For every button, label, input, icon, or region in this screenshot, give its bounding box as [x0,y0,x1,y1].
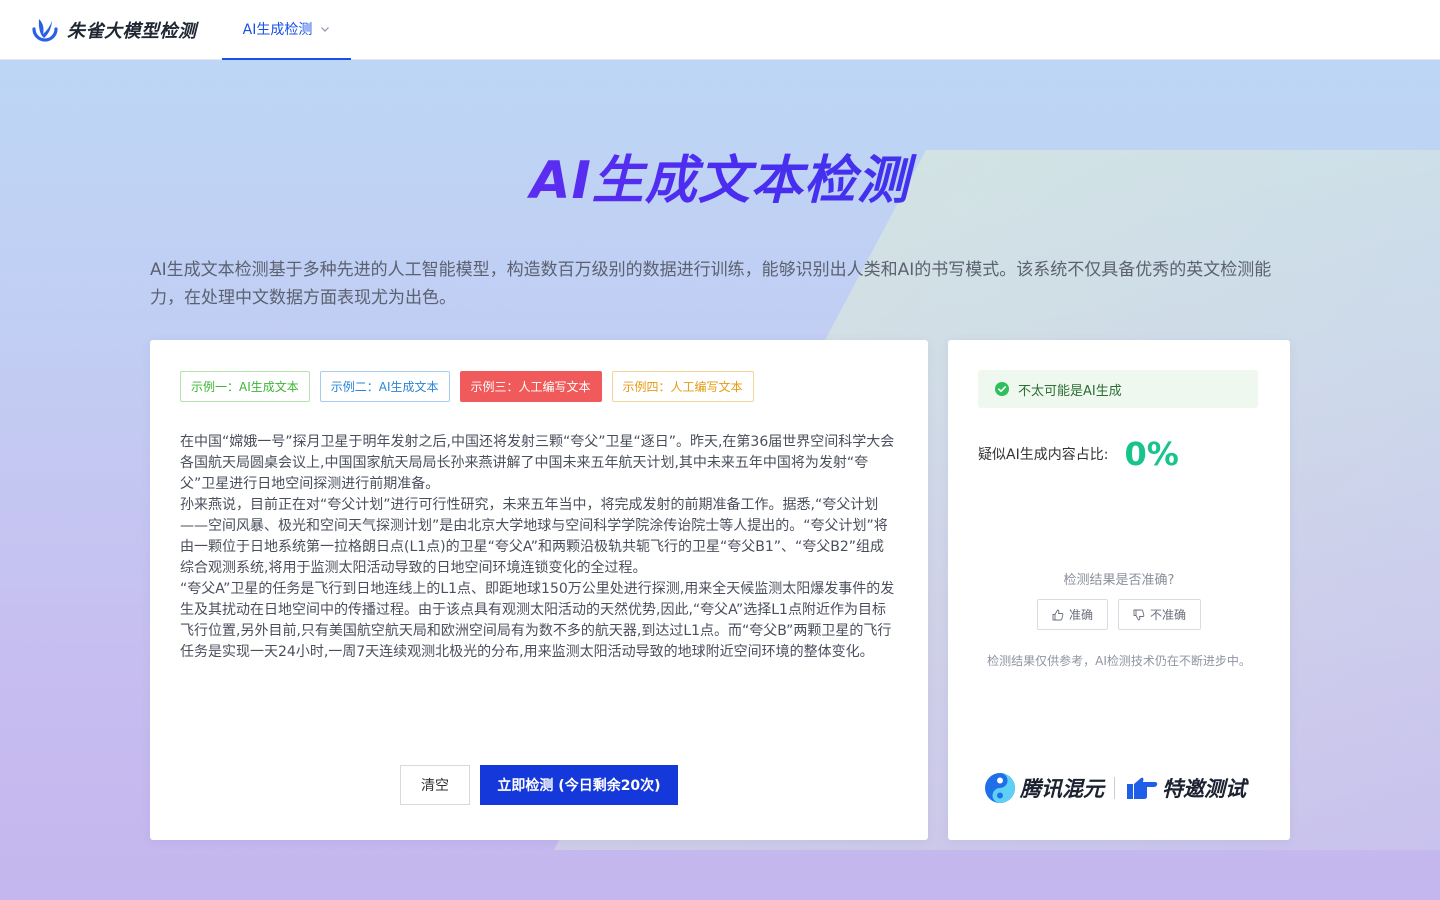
ai-ratio-row: 疑似AI生成内容占比: 0% [978,435,1179,473]
example-buttons: 示例一：AI生成文本 示例二：AI生成文本 示例三：人工编写文本 示例四：人工编… [180,371,764,402]
result-verdict-badge: 不太可能是AI生成 [978,370,1258,408]
input-paragraph: 在中国“嫦娥一号”探月卫星于明年发射之后,中国还将发射三颗“夸父”卫星“逐日”。… [180,434,895,492]
verdict-text: 不太可能是AI生成 [1018,383,1122,399]
feedback-question: 检测结果是否准确? [1063,573,1175,588]
thumbs-up-icon [1052,609,1064,620]
tab-ai-detection[interactable]: AI生成检测 [222,0,351,60]
example-1-button[interactable]: 示例一：AI生成文本 [180,371,310,402]
ai-ratio-label: 疑似AI生成内容占比: [978,447,1109,463]
accurate-button[interactable]: 准确 [1036,599,1108,630]
feedback-buttons: 准确 不准确 [948,599,1290,630]
chevron-down-icon [321,27,330,32]
thumbs-down-icon [1133,609,1145,620]
result-card: 不太可能是AI生成 疑似AI生成内容占比: 0% 检测结果是否准确? 准确 不准… [948,340,1290,840]
page-description: AI生成文本检测基于多种先进的人工智能模型，构造数百万级别的数据进行训练，能够识… [150,260,1272,308]
ai-ratio-value: 0% [1124,435,1179,473]
pointing-hand-icon [1127,777,1158,799]
top-header: 朱雀大模型检测 AI生成检测 [0,0,1440,60]
input-paragraph: 孙来燕说，目前正在对“夸父计划”进行可行性研究，未来五年当中，将完成发射的前期准… [180,497,888,576]
text-input-area[interactable]: 在中国“嫦娥一号”探月卫星于明年发射之后,中国还将发射三颗“夸父”卫星“逐日”。… [180,432,898,732]
accurate-label: 准确 [1068,608,1093,622]
input-paragraph: “夸父A”卫星的任务是飞行到日地连线上的L1点、即距地球150万公里处进行探测,… [180,581,895,660]
inaccurate-button[interactable]: 不准确 [1118,599,1202,630]
example-3-button[interactable]: 示例三：人工编写文本 [459,371,602,402]
partner-tagline: 特邀测试 [1162,777,1246,801]
example-4-button[interactable]: 示例四：人工编写文本 [611,371,754,402]
partner-logo: 腾讯混元 特邀测试 [984,770,1246,806]
inaccurate-label: 不准确 [1150,608,1187,622]
detect-button[interactable]: 立即检测 (今日剩余20次) [480,765,678,805]
hunyuan-logo-icon [985,773,1015,803]
partner-divider [1114,777,1115,799]
brand-logo[interactable]: 朱雀大模型检测 [30,14,197,46]
disclaimer-text: 检测结果仅供参考，AI检测技术仍在不断进步中。 [987,654,1251,668]
zhuque-bird-icon [32,19,58,42]
partner-name: 腾讯混元 [1020,777,1104,801]
example-2-button[interactable]: 示例二：AI生成文本 [319,371,450,402]
input-card: 示例一：AI生成文本 示例二：AI生成文本 示例三：人工编写文本 示例四：人工编… [150,340,928,840]
brand-name: 朱雀大模型检测 [67,21,197,42]
clear-button[interactable]: 清空 [400,765,470,805]
check-circle-icon [995,382,1009,396]
page-title: AI生成文本检测 [0,138,1440,213]
tab-label: AI生成检测 [242,22,313,38]
